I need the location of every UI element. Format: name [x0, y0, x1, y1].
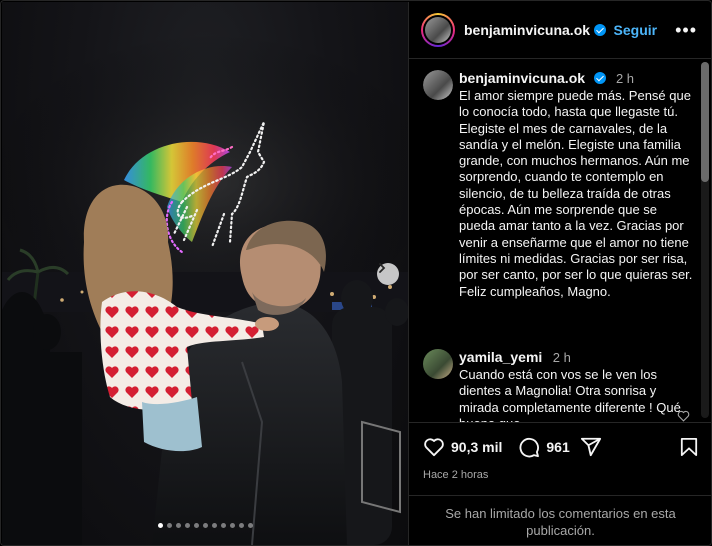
carousel-dot: [211, 523, 217, 528]
post-media[interactable]: [2, 2, 408, 545]
author-avatar[interactable]: [421, 13, 455, 47]
likes-count[interactable]: 90,3 mil: [451, 439, 502, 455]
post-header: benjaminvicuna.ok Seguir •••: [409, 2, 711, 59]
follow-button[interactable]: Seguir: [614, 22, 658, 38]
caption-author-avatar[interactable]: [423, 70, 453, 100]
verified-badge-icon: [594, 24, 607, 36]
author-username[interactable]: benjaminvicuna.ok: [464, 22, 590, 38]
verified-badge-icon: [593, 72, 606, 84]
post-side-panel: benjaminvicuna.ok Seguir ••• benjaminvic…: [408, 2, 711, 545]
caption-author-username[interactable]: benjaminvicuna.ok: [459, 70, 585, 86]
caption-time[interactable]: 2 h: [616, 71, 634, 86]
commenter-username[interactable]: yamila_yemi: [459, 349, 542, 365]
comment-time[interactable]: 2 h: [553, 350, 571, 365]
bookmark-icon: [680, 438, 698, 456]
caption-text: El amor siempre puede más. Pensé que lo …: [459, 88, 693, 299]
comments-count[interactable]: 961: [546, 439, 569, 455]
carousel-dot: [202, 523, 208, 528]
carousel-indicator: [2, 523, 408, 528]
post-caption: benjaminvicuna.ok 2 h El amor siempre pu…: [423, 70, 693, 300]
carousel-dot: [166, 523, 172, 528]
comment-text: Cuando está con vos se le ven los diente…: [459, 367, 681, 422]
post-actions: 90,3 mil 961 Hace 2 horas: [409, 422, 711, 481]
comments-section[interactable]: benjaminvicuna.ok 2 h El amor siempre pu…: [409, 60, 711, 422]
comment-icon: [519, 437, 540, 458]
carousel-dot: [238, 523, 244, 528]
carousel-dot: [175, 523, 181, 528]
carousel-dot: [157, 523, 163, 528]
like-button[interactable]: 90,3 mil: [423, 437, 502, 457]
comments-limited-notice: Se han limitado los comentarios en esta …: [409, 495, 711, 545]
next-slide-button[interactable]: [377, 263, 399, 285]
share-icon: [580, 437, 601, 457]
photo-drone-unicorn-scene: [2, 32, 408, 545]
scrollbar-thumb[interactable]: [701, 62, 709, 182]
comment-item: yamila_yemi 2 h Cuando está con vos se l…: [423, 349, 693, 422]
carousel-dot: [220, 523, 226, 528]
save-button[interactable]: [680, 437, 698, 457]
carousel-dot: [229, 523, 235, 528]
comment-button[interactable]: 961: [518, 436, 570, 458]
carousel-dot: [193, 523, 199, 528]
post-timestamp[interactable]: Hace 2 horas: [423, 469, 698, 481]
more-options-icon[interactable]: •••: [675, 21, 697, 39]
comment-like-heart-icon[interactable]: [677, 410, 690, 422]
share-button[interactable]: [580, 436, 602, 458]
commenter-avatar[interactable]: [423, 349, 453, 379]
post-modal: benjaminvicuna.ok Seguir ••• benjaminvic…: [0, 0, 712, 546]
carousel-dot: [184, 523, 190, 528]
carousel-dot: [247, 523, 253, 528]
heart-icon: [424, 438, 444, 457]
chevron-right-icon: [379, 263, 386, 273]
comments-scrollbar[interactable]: [701, 62, 709, 418]
